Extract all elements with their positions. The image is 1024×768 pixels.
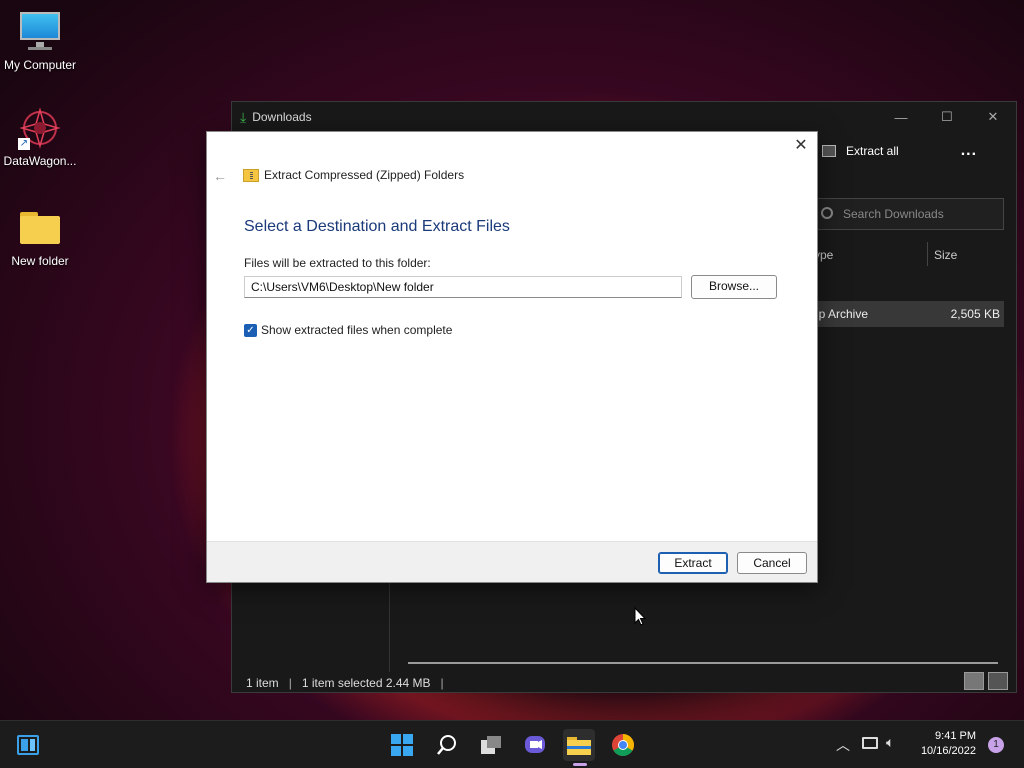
status-divider: | bbox=[288, 676, 292, 690]
start-button[interactable] bbox=[386, 729, 418, 761]
desktop-icon-label: My Computer bbox=[3, 58, 77, 72]
dialog-title: Select a Destination and Extract Files bbox=[244, 218, 510, 235]
zip-folder-icon bbox=[243, 168, 259, 182]
dialog-footer: Extract Cancel bbox=[207, 541, 817, 582]
folder-icon bbox=[567, 737, 591, 755]
status-divider: | bbox=[440, 676, 444, 690]
shortcut-arrow-icon: ↗ bbox=[18, 138, 30, 150]
view-toggle bbox=[964, 672, 1008, 690]
extract-all-button[interactable]: Extract all bbox=[846, 144, 899, 158]
file-row[interactable]: ip Archive 2,505 KB bbox=[812, 301, 1004, 327]
cancel-button[interactable]: Cancel bbox=[737, 552, 807, 574]
chrome-taskbar-button[interactable] bbox=[607, 729, 639, 761]
widgets-icon[interactable] bbox=[12, 729, 44, 761]
volume-icon[interactable]: 🔈︎ bbox=[886, 734, 894, 751]
horizontal-scrollbar[interactable] bbox=[408, 662, 998, 664]
window-title: Downloads bbox=[252, 110, 312, 124]
explorer-toolbar: Extract all ... bbox=[822, 142, 977, 160]
extract-dialog[interactable]: ✕ ← Extract Compressed (Zipped) Folders … bbox=[206, 131, 818, 583]
taskbar: ︿ 🔈︎ 9:41 PM 10/16/2022 1 bbox=[0, 720, 1024, 768]
dialog-header-label: Extract Compressed (Zipped) Folders bbox=[264, 168, 465, 182]
download-icon: ⤓ bbox=[240, 108, 247, 125]
chrome-icon bbox=[612, 734, 634, 756]
file-size: 2,505 KB bbox=[950, 307, 1000, 321]
active-indicator bbox=[573, 763, 587, 766]
column-headers: ype Size bbox=[812, 242, 1008, 266]
maximize-icon[interactable]: ☐ bbox=[924, 102, 970, 132]
desktop-icon-my-computer[interactable]: My Computer bbox=[0, 10, 80, 72]
clock-date: 10/16/2022 bbox=[920, 745, 976, 757]
status-bar: 1 item | 1 item selected 2.44 MB | bbox=[246, 676, 444, 690]
search-icon bbox=[437, 735, 456, 755]
search-placeholder: Search Downloads bbox=[843, 207, 944, 221]
column-size[interactable]: Size bbox=[934, 248, 957, 262]
close-icon[interactable]: ✕ bbox=[791, 136, 811, 156]
monitor-icon bbox=[18, 10, 62, 54]
task-view-button[interactable] bbox=[475, 729, 507, 761]
browse-button[interactable]: Browse... bbox=[691, 275, 777, 299]
desktop-icon-label: New folder bbox=[11, 254, 69, 268]
file-explorer-taskbar-button[interactable] bbox=[563, 729, 595, 766]
teams-chat-button[interactable] bbox=[519, 729, 551, 761]
show-files-option[interactable]: ✓ Show extracted files when complete bbox=[244, 323, 452, 337]
network-icon[interactable] bbox=[862, 737, 878, 749]
desktop-icon-new-folder[interactable]: New folder bbox=[0, 206, 80, 268]
destination-path-input[interactable]: C:\Users\VM6\Desktop\New folder bbox=[244, 276, 682, 298]
status-selected: 1 item selected 2.44 MB bbox=[301, 676, 431, 690]
navigation-pane[interactable] bbox=[232, 582, 390, 672]
mouse-cursor-icon bbox=[634, 607, 646, 626]
task-view-icon bbox=[481, 736, 501, 754]
window-controls: — ☐ ✕ bbox=[878, 102, 1016, 132]
details-view-icon[interactable] bbox=[964, 672, 984, 690]
chat-icon bbox=[525, 736, 545, 753]
close-icon[interactable]: ✕ bbox=[970, 102, 1016, 132]
folder-icon bbox=[18, 206, 62, 250]
search-input[interactable]: Search Downloads bbox=[812, 198, 1004, 230]
status-item-count: 1 item bbox=[246, 676, 279, 690]
more-options-button[interactable]: ... bbox=[961, 142, 977, 160]
show-files-label: Show extracted files when complete bbox=[261, 323, 453, 337]
clock[interactable]: 9:41 PM 10/16/2022 bbox=[921, 729, 976, 759]
extract-all-icon bbox=[822, 145, 836, 157]
back-arrow-icon[interactable]: ← bbox=[213, 168, 227, 184]
windows-logo-icon bbox=[391, 734, 413, 756]
column-divider[interactable] bbox=[927, 242, 928, 266]
dialog-header: Extract Compressed (Zipped) Folders bbox=[243, 168, 464, 182]
search-icon bbox=[821, 207, 833, 219]
system-tray: ︿ 🔈︎ 9:41 PM 10/16/2022 1 bbox=[824, 721, 1024, 768]
tiles-view-icon[interactable] bbox=[988, 672, 1008, 690]
minimize-icon[interactable]: — bbox=[878, 102, 924, 132]
destination-label: Files will be extracted to this folder: bbox=[244, 256, 431, 270]
search-button[interactable] bbox=[431, 729, 463, 761]
checkbox-checked-icon[interactable]: ✓ bbox=[244, 323, 257, 337]
datawagon-app-icon: ↗ bbox=[18, 106, 62, 150]
clock-time: 9:41 PM bbox=[935, 730, 976, 742]
file-type: ip Archive bbox=[816, 307, 869, 321]
desktop-icon-datawagon[interactable]: ↗ DataWagon... bbox=[0, 106, 80, 168]
desktop-icon-label: DataWagon... bbox=[3, 154, 77, 168]
chevron-up-icon[interactable]: ︿ bbox=[836, 735, 850, 755]
extract-button[interactable]: Extract bbox=[658, 552, 728, 574]
notification-badge[interactable]: 1 bbox=[988, 737, 1004, 753]
